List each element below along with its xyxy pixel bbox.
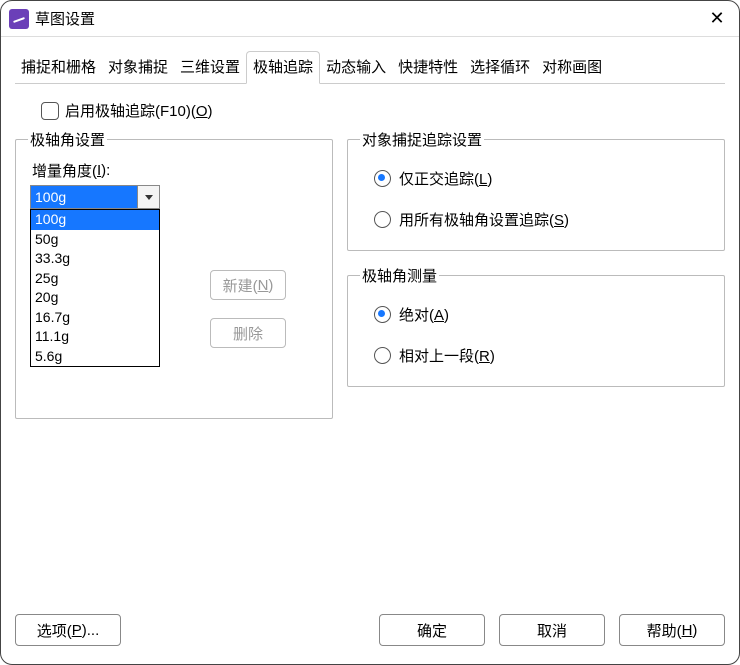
rel-end: ) xyxy=(490,348,495,365)
tab-content: 启用极轴追踪(F10)(O) 极轴角设置 增量角度(I): 100g xyxy=(1,84,739,606)
increment-label-end: ): xyxy=(101,162,110,179)
dropdown-item[interactable]: 16.7g xyxy=(31,308,159,328)
help-end: ) xyxy=(692,622,697,639)
absolute-row: 绝对(A) xyxy=(374,304,712,325)
enable-polar-row: 启用极轴追踪(F10)(O) xyxy=(41,100,725,121)
new-key: N xyxy=(258,277,269,294)
all-polar-label: 用所有极轴角设置追踪(S) xyxy=(399,209,569,230)
dialog-window: 草图设置 ✕ 捕捉和栅格 对象捕捉 三维设置 极轴追踪 动态输入 快捷特性 选择… xyxy=(0,0,740,665)
new-label-main: 新建( xyxy=(223,275,258,296)
rel-key: R xyxy=(479,348,490,365)
rel-main: 相对上一段( xyxy=(399,348,479,365)
enable-polar-label-end: ) xyxy=(208,103,213,120)
dropdown-item[interactable]: 11.1g xyxy=(31,327,159,347)
dropdown-item[interactable]: 20g xyxy=(31,288,159,308)
tab-osnap[interactable]: 对象捕捉 xyxy=(102,52,174,83)
absolute-label: 绝对(A) xyxy=(399,304,449,325)
options-button[interactable]: 选项(P)... xyxy=(15,614,121,646)
increment-angle-combo[interactable]: 100g xyxy=(30,185,160,209)
tab-polar-tracking[interactable]: 极轴追踪 xyxy=(246,51,320,84)
window-title: 草图设置 xyxy=(35,8,95,29)
tab-3d[interactable]: 三维设置 xyxy=(174,52,246,83)
absolute-radio[interactable] xyxy=(374,306,391,323)
all-end: ) xyxy=(564,212,569,229)
enable-polar-key: O xyxy=(196,103,208,120)
relative-label: 相对上一段(R) xyxy=(399,345,495,366)
enable-polar-label: 启用极轴追踪(F10)(O) xyxy=(65,100,213,121)
dialog-footer: 选项(P)... 确定 取消 帮助(H) xyxy=(1,606,739,664)
tab-strip: 捕捉和栅格 对象捕捉 三维设置 极轴追踪 动态输入 快捷特性 选择循环 对称画图 xyxy=(15,51,725,84)
ortho-only-radio[interactable] xyxy=(374,170,391,187)
help-key: H xyxy=(682,622,693,639)
abs-end: ) xyxy=(444,307,449,324)
increment-angle-dropdown[interactable]: 100g 50g 33.3g 25g 20g 16.7g 11.1g 5.6g xyxy=(30,209,160,367)
ortho-main: 仅正交追踪( xyxy=(399,171,479,188)
increment-angle-dropdown-button[interactable] xyxy=(137,186,159,208)
osnap-tracking-legend: 对象捕捉追踪设置 xyxy=(360,129,484,150)
abs-main: 绝对( xyxy=(399,307,434,324)
ortho-only-label: 仅正交追踪(L) xyxy=(399,168,492,189)
ortho-only-row: 仅正交追踪(L) xyxy=(374,168,712,189)
all-key: S xyxy=(554,212,564,229)
options-end: )... xyxy=(82,622,100,639)
increment-label-main: 增量角度( xyxy=(32,160,97,181)
options-main: 选项( xyxy=(37,620,72,641)
tab-selection-cycling[interactable]: 选择循环 xyxy=(464,52,536,83)
dropdown-item[interactable]: 33.3g xyxy=(31,249,159,269)
polar-angle-legend: 极轴角设置 xyxy=(28,129,107,150)
ortho-end: ) xyxy=(487,171,492,188)
new-angle-button[interactable]: 新建(N) xyxy=(210,270,286,300)
all-main: 用所有极轴角设置追踪( xyxy=(399,212,554,229)
delete-angle-button[interactable]: 删除 xyxy=(210,318,286,348)
dropdown-item[interactable]: 50g xyxy=(31,230,159,250)
titlebar: 草图设置 ✕ xyxy=(1,1,739,37)
dropdown-item[interactable]: 100g xyxy=(31,210,159,230)
relative-row: 相对上一段(R) xyxy=(374,345,712,366)
increment-angle-value[interactable]: 100g xyxy=(31,186,137,208)
dropdown-item[interactable]: 25g xyxy=(31,269,159,289)
delete-label: 删除 xyxy=(233,323,263,344)
tab-quick-props[interactable]: 快捷特性 xyxy=(392,52,464,83)
enable-polar-label-main: 启用极轴追踪(F10)( xyxy=(65,103,196,120)
help-button[interactable]: 帮助(H) xyxy=(619,614,725,646)
relative-radio[interactable] xyxy=(374,347,391,364)
ok-button[interactable]: 确定 xyxy=(379,614,485,646)
all-polar-row: 用所有极轴角设置追踪(S) xyxy=(374,209,712,230)
app-icon xyxy=(9,9,29,29)
new-label-end: ) xyxy=(268,277,273,294)
abs-key: A xyxy=(434,307,444,324)
osnap-tracking-group: 对象捕捉追踪设置 仅正交追踪(L) 用所有极轴角设置追踪(S) xyxy=(347,129,725,251)
polar-measure-group: 极轴角测量 绝对(A) 相对上一段(R) xyxy=(347,265,725,387)
tab-snap-grid[interactable]: 捕捉和栅格 xyxy=(15,52,102,83)
tab-mirror-draw[interactable]: 对称画图 xyxy=(536,52,608,83)
tab-dynamic-input[interactable]: 动态输入 xyxy=(320,52,392,83)
dropdown-item[interactable]: 5.6g xyxy=(31,347,159,367)
help-main: 帮助( xyxy=(647,620,682,641)
options-key: P xyxy=(72,622,82,639)
chevron-down-icon xyxy=(145,195,153,200)
enable-polar-checkbox[interactable] xyxy=(41,102,59,120)
polar-measure-legend: 极轴角测量 xyxy=(360,265,439,286)
close-icon[interactable]: ✕ xyxy=(703,5,731,33)
all-polar-radio[interactable] xyxy=(374,211,391,228)
polar-angle-group: 极轴角设置 增量角度(I): 100g 100g xyxy=(15,129,333,419)
cancel-button[interactable]: 取消 xyxy=(499,614,605,646)
increment-angle-label: 增量角度(I): xyxy=(32,160,320,181)
